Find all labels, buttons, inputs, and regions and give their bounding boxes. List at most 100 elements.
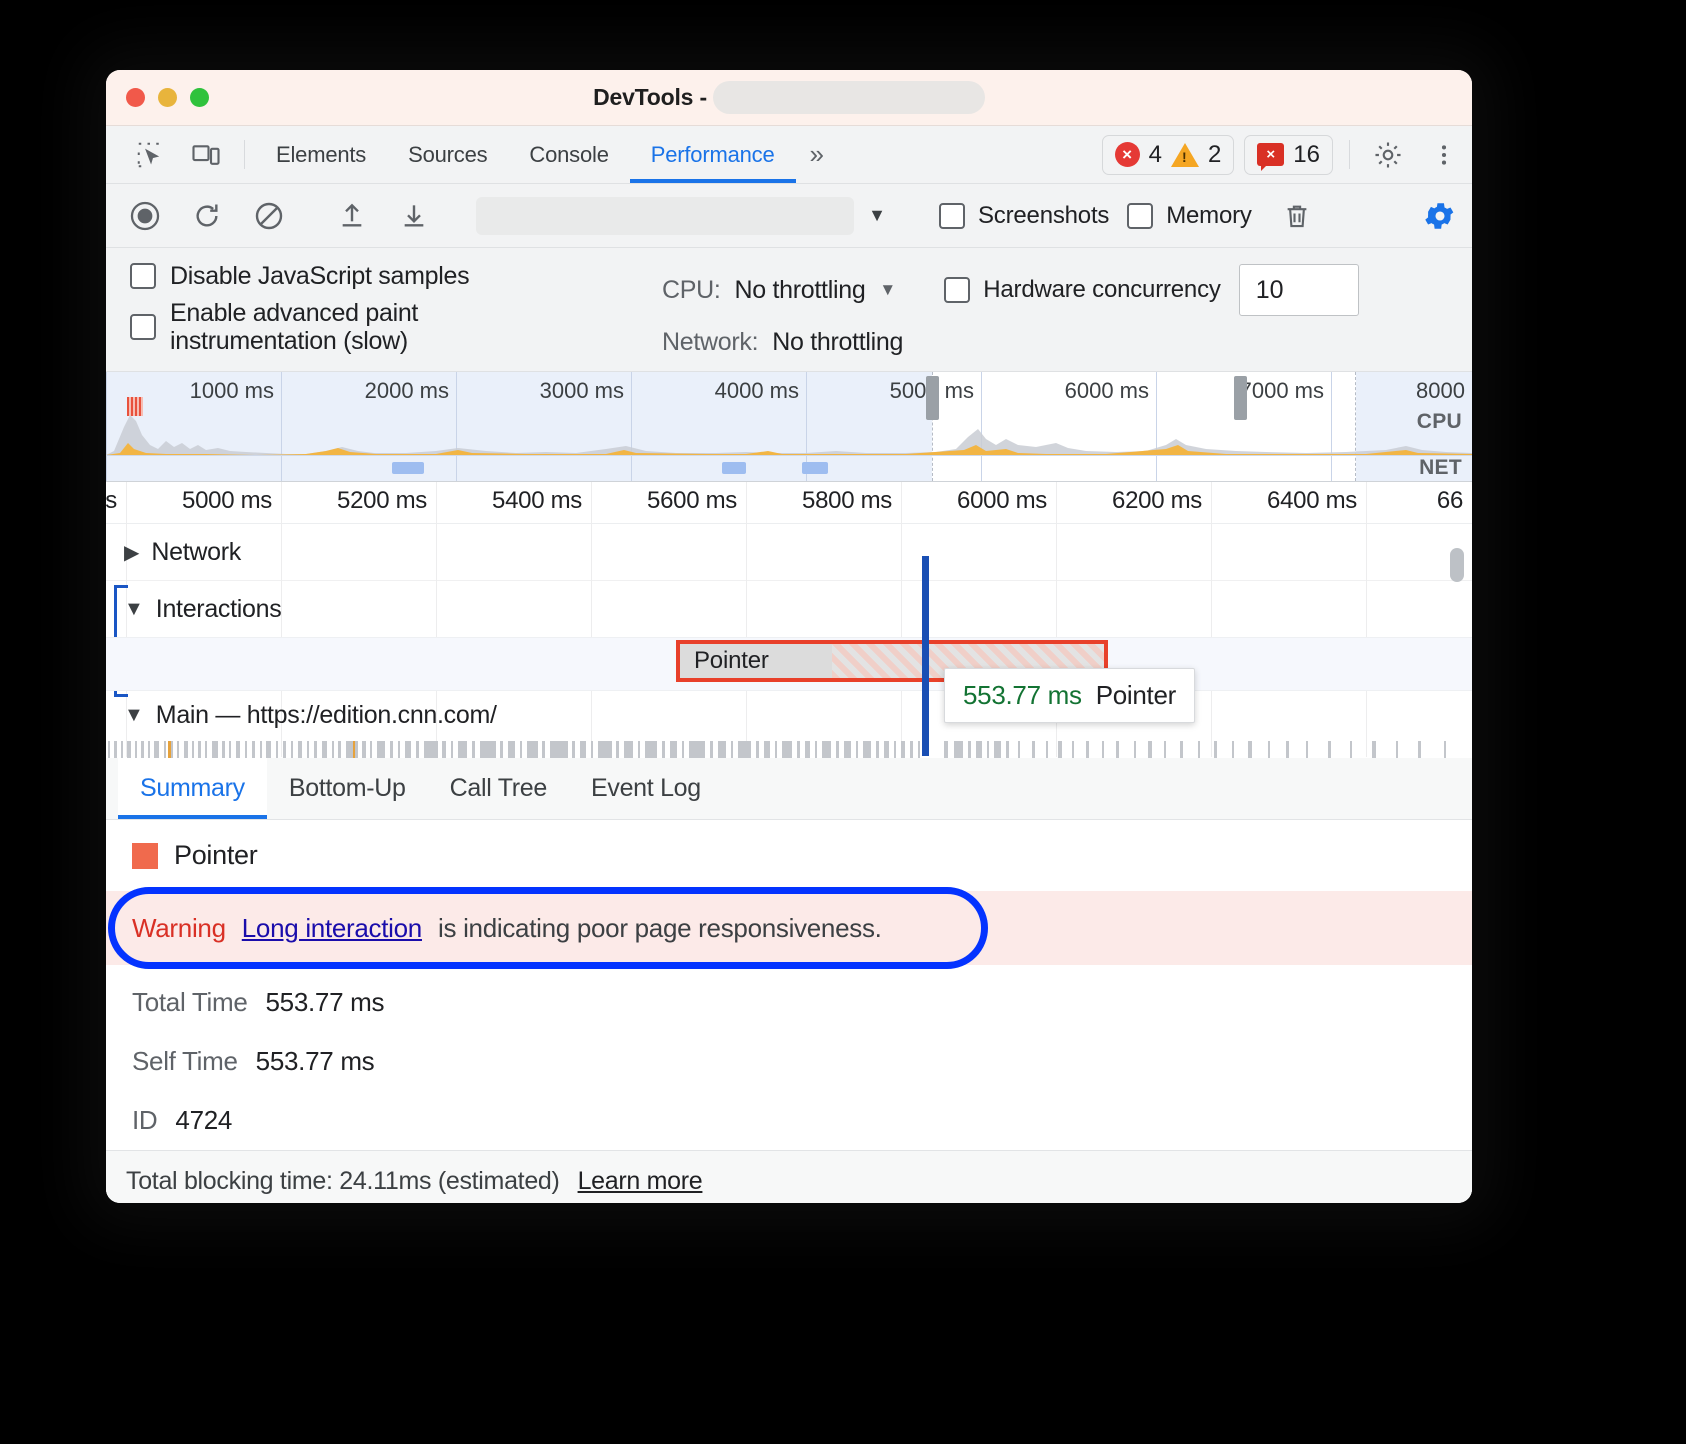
learn-more-link[interactable]: Learn more bbox=[578, 1167, 703, 1196]
advanced-paint-checkbox[interactable]: Enable advanced paint instrumentation (s… bbox=[130, 299, 662, 356]
disable-js-samples-box[interactable] bbox=[130, 263, 156, 289]
status-bar: Total blocking time: 24.11ms (estimated)… bbox=[106, 1150, 1472, 1203]
flamechart-scrollbar-thumb[interactable] bbox=[1450, 548, 1464, 582]
disable-js-samples-checkbox[interactable]: Disable JavaScript samples bbox=[130, 262, 662, 291]
timeline-flamechart[interactable]: ms 5000 ms 5200 ms 5400 ms 5600 ms 5800 … bbox=[106, 482, 1472, 758]
capture-settings-pane: Disable JavaScript samples Enable advanc… bbox=[106, 248, 1472, 372]
save-profile-icon[interactable] bbox=[383, 200, 445, 232]
flamechart-tick-label: 5600 ms bbox=[647, 487, 737, 515]
tab-call-tree[interactable]: Call Tree bbox=[428, 758, 569, 819]
track-network[interactable]: ▶ Network bbox=[106, 524, 1472, 580]
overview-tick-label: 7000 ms bbox=[1240, 378, 1324, 404]
error-count: 4 bbox=[1149, 141, 1162, 169]
close-window-button[interactable] bbox=[126, 88, 145, 107]
warning-text: is indicating poor page responsiveness. bbox=[438, 913, 882, 944]
cpu-activity-graph bbox=[106, 405, 1472, 455]
cpu-throttling-value[interactable]: No throttling bbox=[735, 276, 866, 305]
memory-checkbox-box[interactable] bbox=[1127, 203, 1153, 229]
devtools-main-tabbar: Elements Sources Console Performance » ×… bbox=[106, 126, 1472, 184]
overview-tick-label: 4000 ms bbox=[715, 378, 799, 404]
more-tabs-glyph: » bbox=[810, 139, 824, 170]
window-traffic-lights[interactable] bbox=[126, 88, 209, 107]
screenshots-checkbox[interactable]: Screenshots bbox=[939, 202, 1109, 230]
overview-window-left-handle[interactable] bbox=[926, 376, 939, 420]
tab-console[interactable]: Console bbox=[508, 126, 629, 183]
tab-event-log[interactable]: Event Log bbox=[569, 758, 723, 819]
cpu-throttling-label: CPU: bbox=[662, 276, 721, 305]
total-time-key: Total Time bbox=[132, 987, 248, 1018]
hardware-concurrency-box[interactable] bbox=[944, 277, 970, 303]
timeline-playhead[interactable] bbox=[922, 556, 929, 756]
tab-performance[interactable]: Performance bbox=[630, 126, 796, 183]
devtools-window: DevTools - Elements bbox=[106, 70, 1472, 1203]
memory-checkbox[interactable]: Memory bbox=[1127, 202, 1251, 230]
chevron-right-icon[interactable]: ▶ bbox=[124, 540, 139, 565]
hardware-concurrency-input[interactable]: 10 bbox=[1239, 264, 1359, 316]
summary-event-name: Pointer bbox=[174, 840, 257, 871]
reload-and-record-button[interactable] bbox=[176, 200, 238, 232]
track-interactions-label: Interactions bbox=[156, 595, 282, 624]
minimize-window-button[interactable] bbox=[158, 88, 177, 107]
self-time-key: Self Time bbox=[132, 1046, 238, 1077]
tab-elements[interactable]: Elements bbox=[255, 126, 387, 183]
clear-button[interactable] bbox=[238, 200, 300, 232]
main-thread-mini-strip[interactable] bbox=[106, 739, 1472, 758]
event-color-swatch bbox=[132, 843, 158, 869]
tab-call-tree-label: Call Tree bbox=[450, 774, 547, 803]
more-tabs-chevron-icon[interactable]: » bbox=[796, 126, 838, 183]
profile-select[interactable] bbox=[476, 197, 854, 235]
interactions-lane[interactable]: Pointer bbox=[106, 637, 1472, 691]
zoom-window-button[interactable] bbox=[190, 88, 209, 107]
capture-settings-gear-icon[interactable] bbox=[1408, 199, 1472, 233]
issue-counters: × 4 2 × 16 bbox=[1102, 126, 1333, 183]
track-interactions[interactable]: ▼ Interactions bbox=[106, 581, 1472, 637]
tab-sources[interactable]: Sources bbox=[387, 126, 508, 183]
track-network-label: Network bbox=[151, 538, 241, 567]
event-tooltip: 553.77 ms Pointer bbox=[944, 668, 1195, 723]
issue-icon: × bbox=[1257, 143, 1284, 166]
advanced-paint-box[interactable] bbox=[130, 314, 156, 340]
network-request-chip bbox=[722, 462, 746, 474]
main-thread-ticks bbox=[106, 739, 1472, 758]
load-profile-icon[interactable] bbox=[321, 200, 383, 232]
flamechart-tick-label: 6400 ms bbox=[1267, 487, 1357, 515]
hardware-concurrency-checkbox[interactable]: Hardware concurrency bbox=[944, 276, 1220, 304]
warning-icon bbox=[1171, 143, 1199, 167]
overview-tick-label: 1000 ms bbox=[190, 378, 274, 404]
inspect-element-icon[interactable] bbox=[122, 126, 178, 183]
flamechart-tick-label: 5400 ms bbox=[492, 487, 582, 515]
screenshots-label: Screenshots bbox=[978, 202, 1109, 230]
self-time-value: 553.77 ms bbox=[256, 1046, 375, 1077]
interaction-event-label: Pointer bbox=[694, 647, 769, 675]
trash-icon[interactable] bbox=[1266, 201, 1328, 231]
device-toolbar-icon[interactable] bbox=[178, 126, 234, 183]
overview-window-right-handle[interactable] bbox=[1234, 376, 1247, 420]
track-main-label: Main — https://edition.cnn.com/ bbox=[156, 701, 497, 730]
profile-select-caret-icon[interactable]: ▼ bbox=[854, 205, 900, 226]
long-interaction-link[interactable]: Long interaction bbox=[242, 913, 422, 944]
tab-sources-label: Sources bbox=[408, 142, 487, 168]
network-throttling-value[interactable]: No throttling bbox=[772, 328, 903, 357]
cpu-throttling-caret-icon[interactable]: ▼ bbox=[879, 280, 896, 300]
toolbar-divider bbox=[244, 140, 245, 169]
cpu-throttling-row: CPU: No throttling ▼ Hardware concurrenc… bbox=[662, 264, 1472, 316]
advanced-paint-label: Enable advanced paint instrumentation (s… bbox=[170, 299, 570, 356]
flamechart-ruler: ms 5000 ms 5200 ms 5400 ms 5600 ms 5800 … bbox=[106, 482, 1472, 524]
tab-bottom-up[interactable]: Bottom-Up bbox=[267, 758, 428, 819]
timeline-overview[interactable]: 1000 ms 2000 ms 3000 ms 4000 ms 5000 ms … bbox=[106, 372, 1472, 482]
tab-summary[interactable]: Summary bbox=[118, 758, 267, 819]
memory-label: Memory bbox=[1166, 202, 1251, 230]
flamechart-tick-label: 5800 ms bbox=[802, 487, 892, 515]
tabbar-spacer bbox=[838, 126, 1102, 183]
record-button[interactable] bbox=[114, 199, 176, 233]
error-icon: × bbox=[1115, 142, 1140, 167]
chevron-down-icon-main[interactable]: ▼ bbox=[124, 704, 144, 727]
error-warning-counter[interactable]: × 4 2 bbox=[1102, 135, 1235, 175]
settings-gear-icon[interactable] bbox=[1360, 126, 1416, 183]
more-options-icon[interactable] bbox=[1416, 126, 1472, 183]
warning-row: Warning Long interaction is indicating p… bbox=[106, 891, 1472, 965]
issues-counter[interactable]: × 16 bbox=[1244, 135, 1333, 175]
screenshots-checkbox-box[interactable] bbox=[939, 203, 965, 229]
tab-event-log-label: Event Log bbox=[591, 774, 701, 803]
track-main[interactable]: ▼ Main — https://edition.cnn.com/ bbox=[106, 691, 1472, 739]
